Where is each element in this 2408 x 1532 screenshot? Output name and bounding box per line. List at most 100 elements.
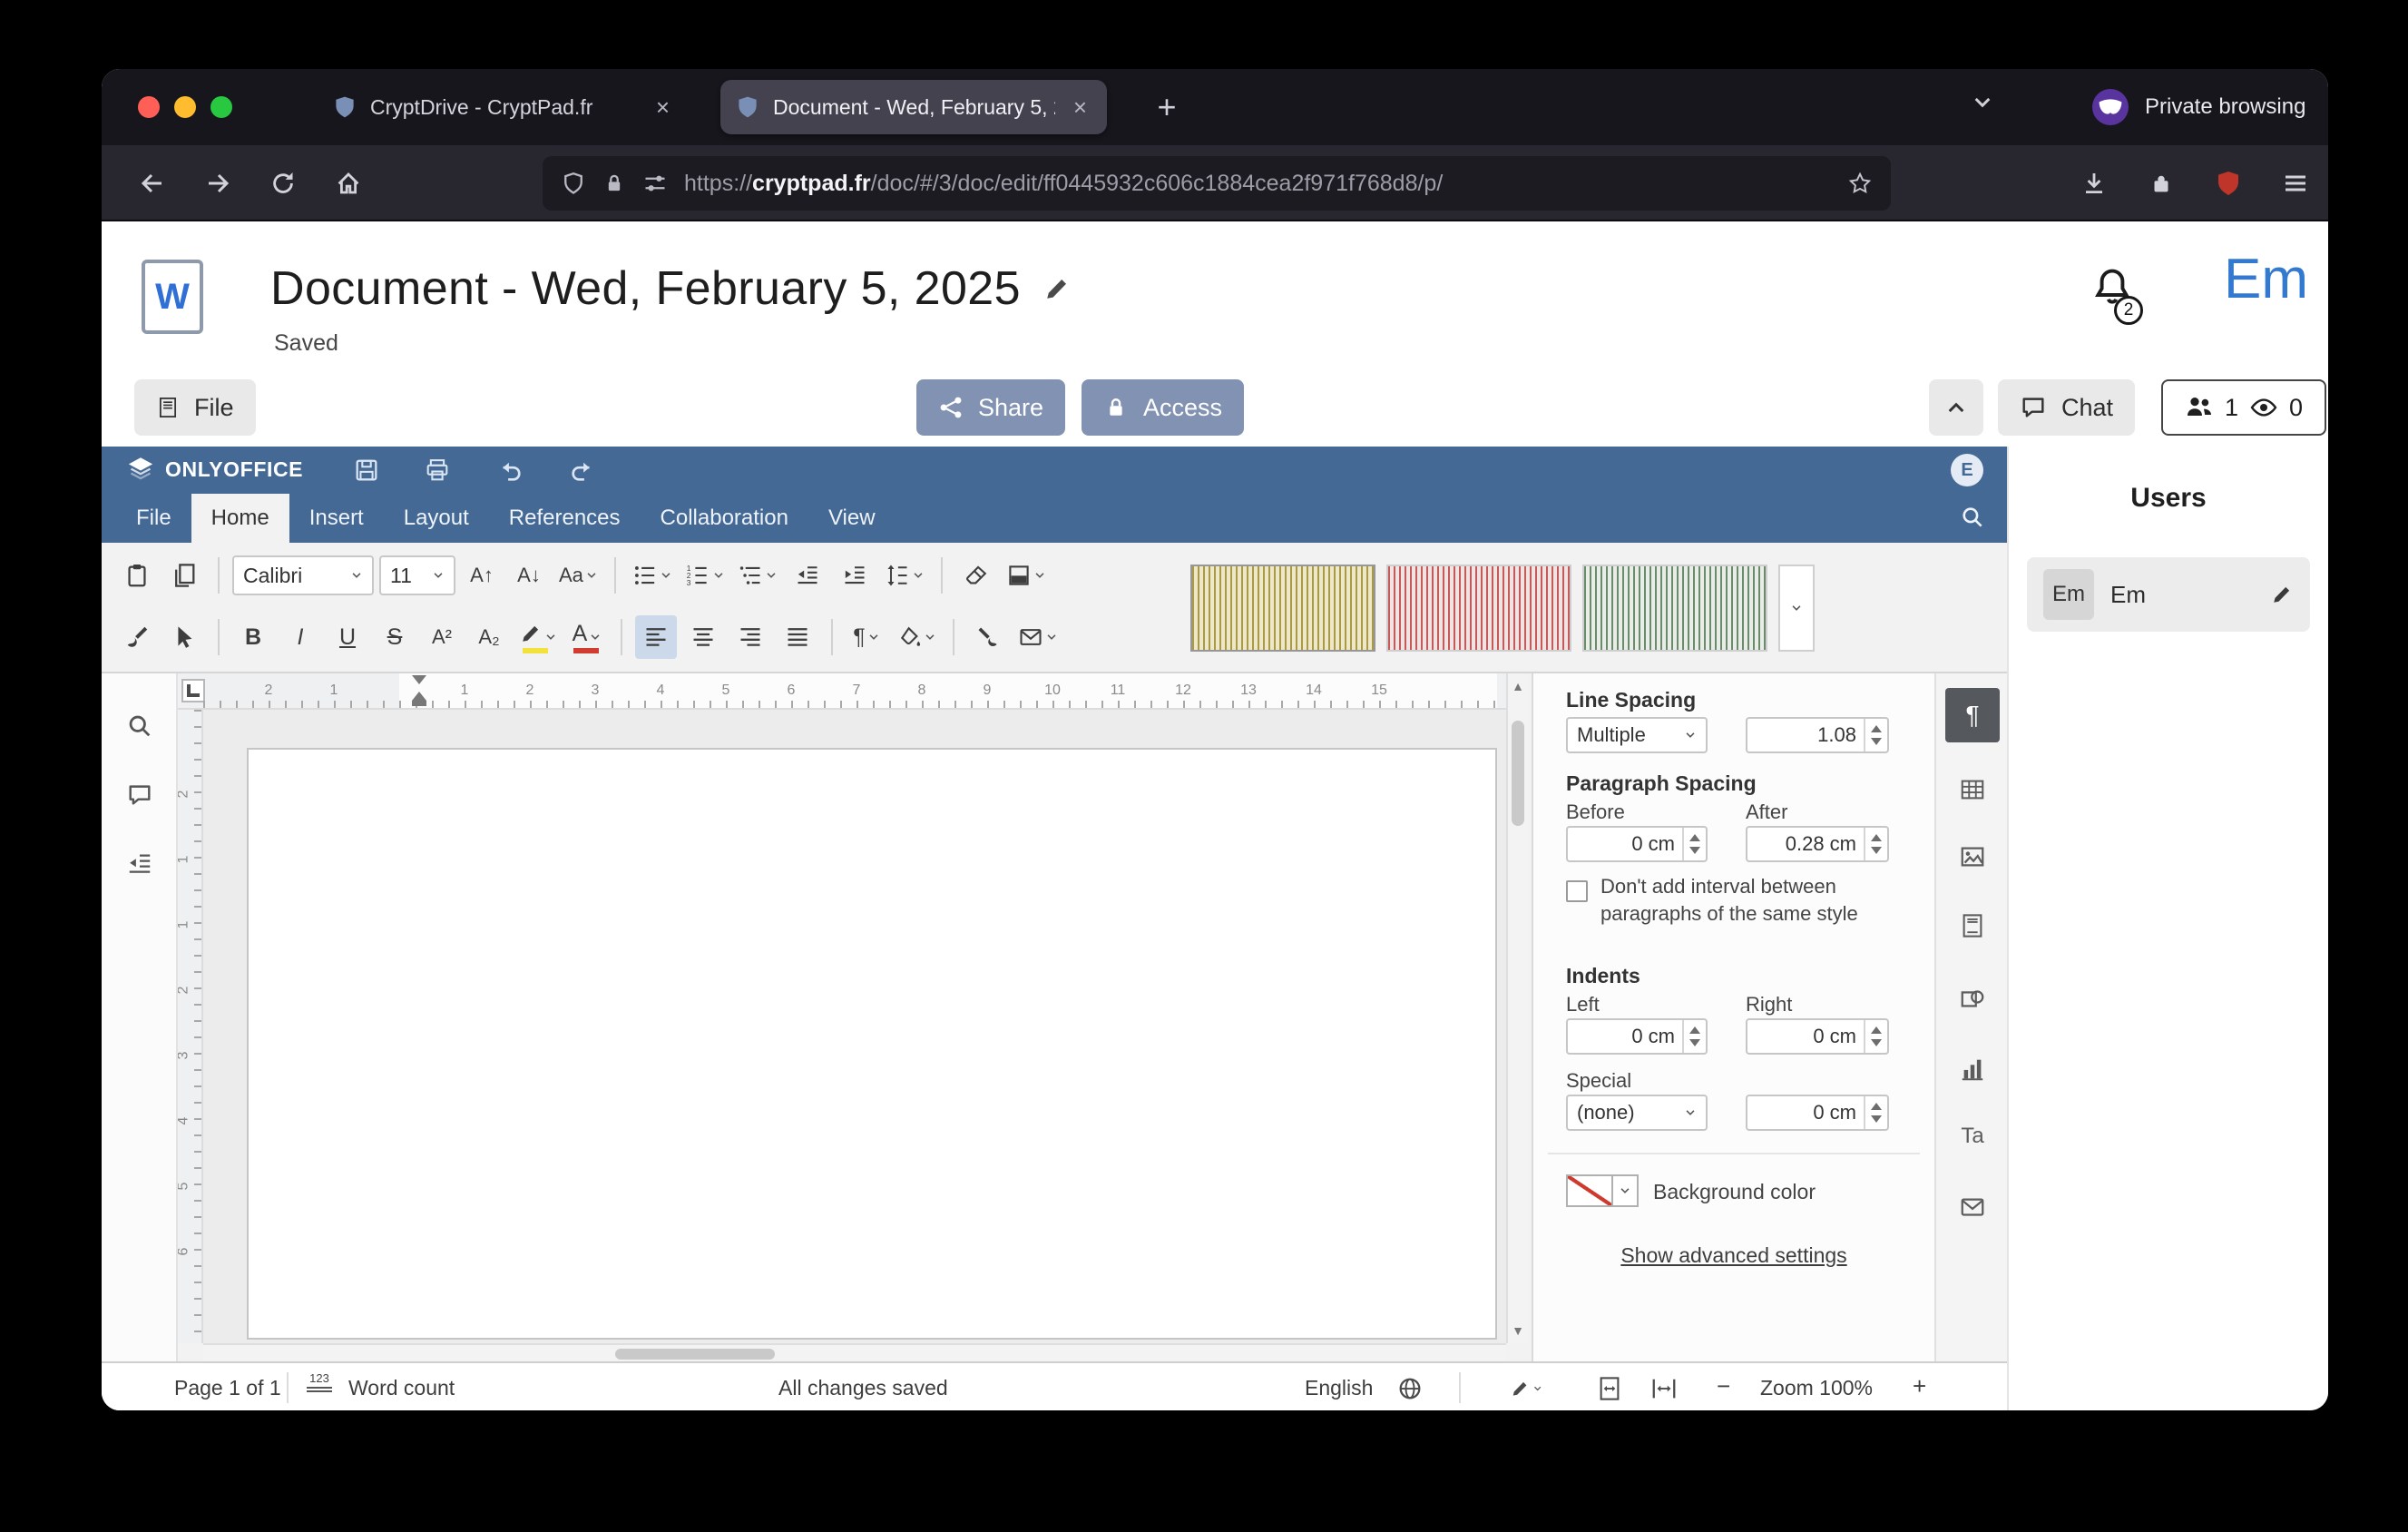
vertical-scroll-thumb[interactable]	[1512, 721, 1524, 826]
vertical-ruler[interactable]: 2 1 1 2 3 4 5 6	[178, 710, 203, 1343]
document-title[interactable]: Document - Wed, February 5, 2025	[270, 261, 1021, 316]
menu-tab-file[interactable]: File	[116, 494, 191, 543]
menu-hamburger-button[interactable]	[2270, 158, 2321, 209]
indent-right-spinner[interactable]: 0 cm	[1746, 1018, 1889, 1055]
numbered-list-button[interactable]	[681, 554, 729, 597]
tab-close-icon[interactable]: ×	[651, 93, 675, 121]
window-close-button[interactable]	[138, 96, 160, 118]
collaborator-presence-badge[interactable]: E	[1951, 454, 1983, 486]
menu-tab-collaboration[interactable]: Collaboration	[641, 494, 808, 543]
navigation-headings-button[interactable]	[116, 840, 163, 888]
notifications-button[interactable]: 2	[2090, 265, 2152, 330]
font-name-select[interactable]: Calibri	[232, 555, 374, 595]
spinner-arrows[interactable]	[1682, 828, 1706, 860]
users-presence-button[interactable]: 1 0	[2161, 379, 2326, 436]
spinner-arrows[interactable]	[1682, 1020, 1706, 1053]
chart-settings-tab[interactable]	[1945, 1042, 2000, 1096]
select-tool-button[interactable]	[163, 615, 205, 659]
table-settings-tab[interactable]	[1945, 762, 2000, 817]
tab-stop-selector[interactable]	[181, 679, 205, 702]
user-list-item[interactable]: Em Em	[2027, 557, 2310, 632]
downloads-button[interactable]	[2069, 158, 2119, 209]
nonprinting-characters-button[interactable]: ¶	[846, 615, 887, 659]
home-button[interactable]	[323, 158, 374, 209]
style-preview-1[interactable]	[1190, 565, 1375, 652]
first-line-indent-marker[interactable]	[412, 675, 426, 684]
back-button[interactable]	[127, 158, 178, 209]
tab-close-icon[interactable]: ×	[1068, 93, 1092, 121]
comments-button[interactable]	[116, 771, 163, 819]
justify-button[interactable]	[777, 615, 818, 659]
subscript-button[interactable]: A₂	[468, 615, 510, 659]
collapse-toolbar-button[interactable]	[1929, 379, 1983, 436]
mail-merge-settings-tab[interactable]	[1945, 1180, 2000, 1234]
increase-font-button[interactable]: A↑	[461, 554, 503, 597]
change-case-button[interactable]: Aa	[555, 554, 602, 597]
spinner-arrows[interactable]	[1864, 1096, 1887, 1129]
mail-merge-button[interactable]	[1014, 615, 1062, 659]
set-language-globe-icon[interactable]	[1394, 1372, 1426, 1405]
indent-left-spinner[interactable]: 0 cm	[1566, 1018, 1708, 1055]
paragraph-settings-tab[interactable]: ¶	[1945, 688, 2000, 742]
background-color-dropdown[interactable]	[1611, 1174, 1639, 1207]
list-all-tabs-icon[interactable]	[1971, 91, 1994, 114]
forward-button[interactable]	[192, 158, 243, 209]
spacing-before-spinner[interactable]: 0 cm	[1566, 826, 1708, 862]
tab-document-active[interactable]: Document - Wed, February 5, 2 ×	[720, 80, 1107, 134]
editor-search-button[interactable]	[1960, 505, 1985, 530]
horizontal-scrollbar[interactable]	[203, 1343, 1506, 1361]
bookmark-star-icon[interactable]	[1847, 171, 1873, 196]
file-menu-button[interactable]: File	[134, 379, 256, 436]
horizontal-ruler[interactable]: 2 1 1 2 3 4 5 6 7 8 9 10 11 12 13 14 15	[178, 673, 1506, 710]
reload-button[interactable]	[258, 158, 308, 209]
undo-button[interactable]	[492, 454, 528, 486]
menu-tab-home[interactable]: Home	[191, 494, 289, 543]
copy-style-button[interactable]	[967, 615, 1009, 659]
url-bar[interactable]: https://cryptpad.fr/doc/#/3/doc/edit/ff0…	[543, 156, 1891, 211]
new-tab-button[interactable]: +	[1140, 80, 1194, 134]
increase-indent-button[interactable]	[834, 554, 876, 597]
menu-tab-view[interactable]: View	[808, 494, 896, 543]
save-button[interactable]	[348, 454, 385, 486]
style-preview-2[interactable]	[1386, 565, 1571, 652]
bold-button[interactable]: B	[232, 615, 274, 659]
bullet-list-button[interactable]	[629, 554, 676, 597]
left-indent-marker[interactable]	[412, 692, 426, 701]
scroll-up-arrow[interactable]: ▲	[1508, 673, 1528, 699]
extensions-button[interactable]	[2136, 158, 2187, 209]
chat-button[interactable]: Chat	[1998, 379, 2135, 436]
spacing-after-spinner[interactable]: 0.28 cm	[1746, 826, 1889, 862]
page-indicator[interactable]: Page 1 of 1	[174, 1376, 281, 1400]
underline-button[interactable]: U	[327, 615, 368, 659]
header-footer-settings-tab[interactable]	[1945, 899, 2000, 953]
line-spacing-button[interactable]	[881, 554, 928, 597]
menu-tab-references[interactable]: References	[489, 494, 641, 543]
permissions-sliders-icon[interactable]	[642, 171, 668, 196]
align-right-button[interactable]	[729, 615, 771, 659]
find-button[interactable]	[116, 702, 163, 750]
document-page[interactable]	[247, 748, 1497, 1340]
style-gallery-expand-button[interactable]	[1778, 565, 1815, 652]
spinner-arrows[interactable]	[1864, 719, 1887, 751]
connection-lock-icon[interactable]	[602, 172, 626, 195]
window-zoom-button[interactable]	[210, 96, 232, 118]
copy-button[interactable]	[163, 554, 205, 597]
menu-tab-insert[interactable]: Insert	[289, 494, 384, 543]
clear-style-button[interactable]	[955, 554, 997, 597]
zoom-in-button[interactable]: +	[1913, 1372, 1926, 1400]
rename-pencil-icon[interactable]	[1042, 274, 1072, 303]
tab-cryptdrive[interactable]: CryptDrive - CryptPad.fr ×	[318, 80, 690, 134]
fill-color-button[interactable]	[893, 615, 940, 659]
vertical-scrollbar[interactable]: ▲ ▼	[1506, 673, 1528, 1343]
paste-button[interactable]	[116, 554, 158, 597]
horizontal-scroll-thumb[interactable]	[615, 1349, 775, 1360]
fit-width-button[interactable]	[1648, 1372, 1680, 1405]
strikethrough-button[interactable]: S	[374, 615, 416, 659]
document-canvas[interactable]	[203, 710, 1506, 1343]
align-left-button[interactable]	[635, 615, 677, 659]
menu-tab-layout[interactable]: Layout	[384, 494, 489, 543]
zoom-out-button[interactable]: −	[1717, 1372, 1730, 1400]
style-preview-3[interactable]	[1582, 565, 1767, 652]
special-indent-select[interactable]: (none)	[1566, 1095, 1708, 1131]
image-settings-tab[interactable]	[1945, 830, 2000, 884]
